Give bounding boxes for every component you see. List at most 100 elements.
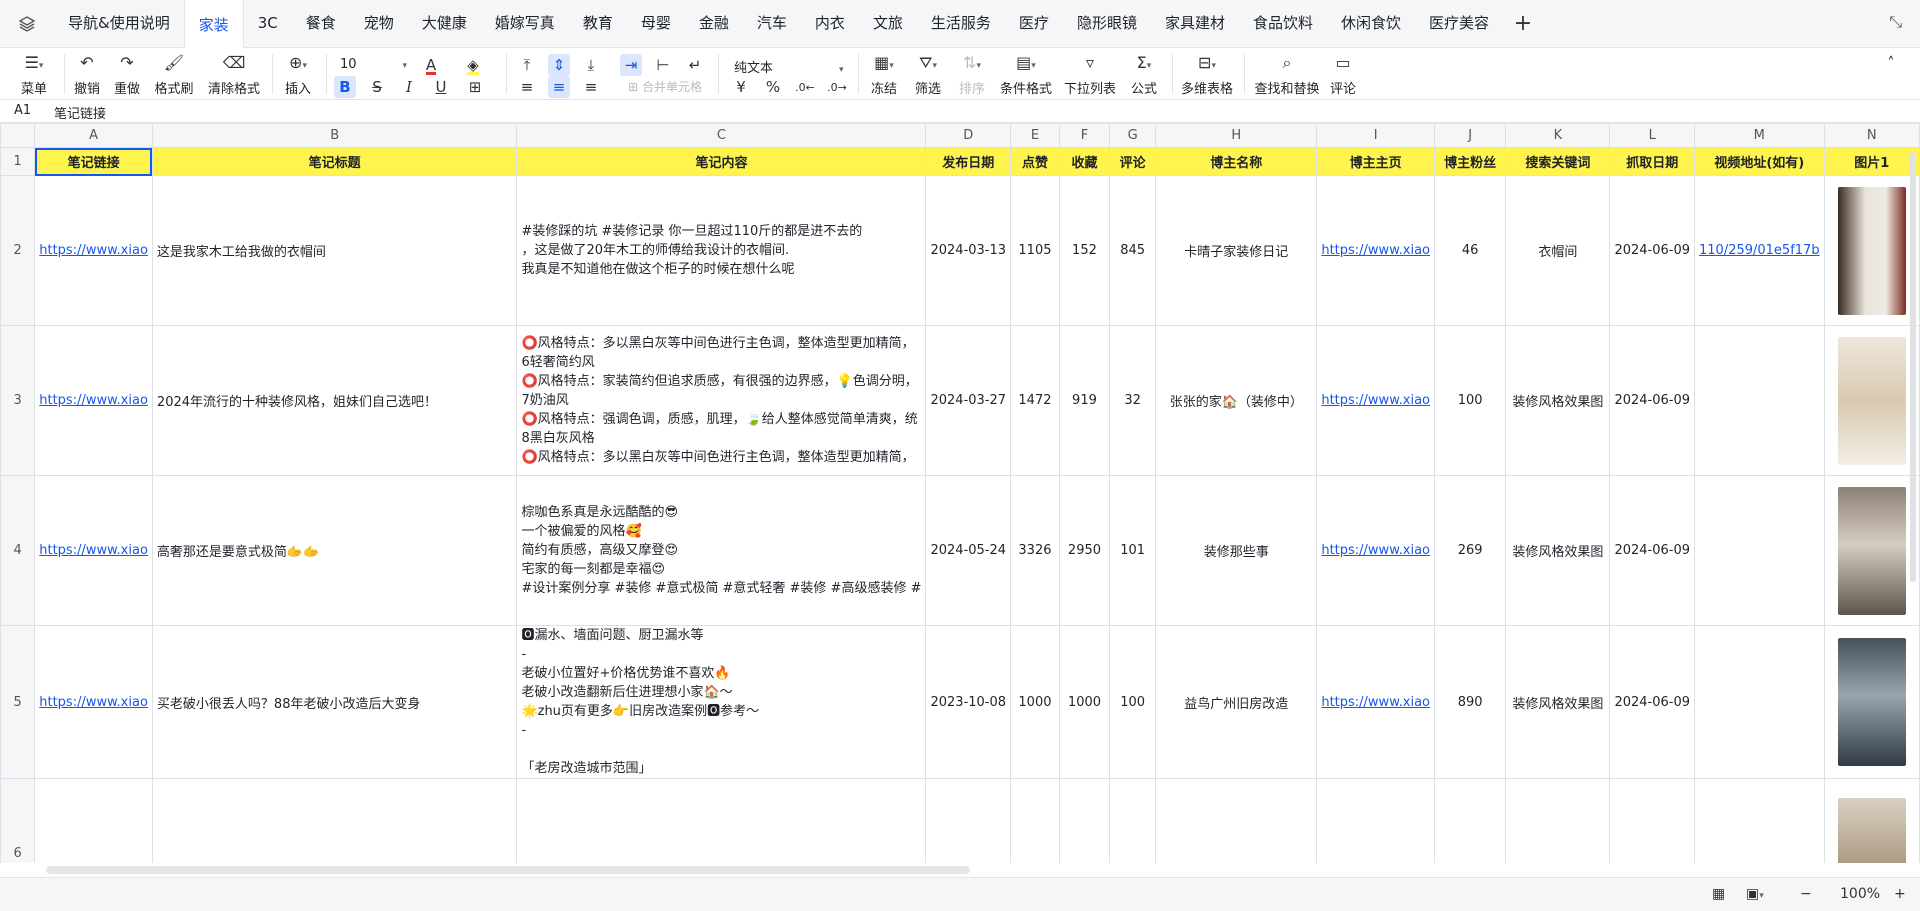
blogger-name-cell[interactable]: 装修那些事 <box>1155 475 1318 626</box>
align-middle-icon[interactable]: ⇕ <box>548 54 570 76</box>
note-title-cell[interactable]: 高奢那还是要意式极简🫱🫱 <box>151 475 518 626</box>
video-url-cell[interactable] <box>1694 475 1825 626</box>
vertical-scrollbar[interactable] <box>1910 152 1916 582</box>
note-title-cell[interactable]: 2024年流行的十种装修风格，姐妹们自己选吧！ <box>151 325 518 476</box>
undo-button[interactable]: ↶ 撤销 <box>72 54 102 98</box>
sheet-tab[interactable]: 隐形眼镜 <box>1063 0 1151 47</box>
publish-date-cell[interactable]: 2024-05-24 <box>925 475 1012 626</box>
sort-button[interactable]: ⇅▾ 排序 <box>954 54 990 98</box>
video-url-cell[interactable]: 110/259/01e5f17b <box>1694 175 1825 326</box>
video-url-cell[interactable] <box>1694 325 1825 476</box>
likes-cell[interactable]: 1472 <box>1010 325 1060 476</box>
comments-cell[interactable]: 845 <box>1109 175 1157 326</box>
sheet-tab[interactable]: 汽车 <box>743 0 801 47</box>
blogger-home-cell[interactable]: https://www.xiao <box>1316 625 1435 779</box>
column-header[interactable]: A <box>34 123 153 148</box>
blogger-name-cell[interactable]: 益鸟广州旧房改造 <box>1155 625 1318 779</box>
sheet-tab[interactable]: 家具建材 <box>1151 0 1239 47</box>
sheet-tab[interactable]: 内衣 <box>801 0 859 47</box>
keyword-cell[interactable]: 装修风格效果图 <box>1505 778 1611 863</box>
format-painter-button[interactable]: 🖌 格式刷 <box>152 54 196 98</box>
favorites-cell[interactable]: 1000 <box>1058 625 1111 779</box>
image-cell[interactable] <box>1823 778 1920 863</box>
sheet-tab[interactable]: 休闲食饮 <box>1327 0 1415 47</box>
header-cell[interactable]: 博主名称 <box>1155 147 1318 176</box>
add-sheet-icon[interactable]: + <box>1503 0 1543 48</box>
conditional-format-button[interactable]: ▤▾ 条件格式 <box>1000 54 1052 98</box>
fans-cell[interactable]: 46 <box>1433 175 1507 326</box>
zoom-in-icon[interactable]: + <box>1894 886 1906 902</box>
row-number[interactable]: 2 <box>0 175 36 326</box>
blogger-home-cell[interactable]: https://www.xiao <box>1316 778 1435 863</box>
keyword-cell[interactable]: 衣帽间 <box>1505 175 1611 326</box>
percent-icon[interactable]: % <box>762 76 784 98</box>
likes-cell[interactable]: 3326 <box>1010 778 1060 863</box>
image-cell[interactable] <box>1823 325 1920 476</box>
header-cell[interactable]: 笔记链接 <box>34 147 153 176</box>
header-cell[interactable]: 收藏 <box>1058 147 1111 176</box>
blogger-home-cell[interactable]: https://www.xiao <box>1316 325 1435 476</box>
sheet-tab[interactable]: 导航&使用说明 <box>54 0 184 47</box>
note-link-cell[interactable]: https://www.xiao <box>34 778 153 863</box>
sheet-tab[interactable]: 医疗 <box>1005 0 1063 47</box>
column-header[interactable]: K <box>1505 123 1611 148</box>
column-header[interactable]: J <box>1433 123 1507 148</box>
video-url-cell[interactable] <box>1694 625 1825 779</box>
header-cell[interactable]: 笔记标题 <box>151 147 518 176</box>
wrap-text-icon[interactable]: ↵ <box>684 54 706 76</box>
keyword-cell[interactable]: 装修风格效果图 <box>1505 325 1611 476</box>
find-replace-button[interactable]: ⌕ 查找和替换 <box>1254 54 1320 98</box>
sheet-tab[interactable]: 金融 <box>685 0 743 47</box>
sheet-tab[interactable]: 生活服务 <box>917 0 1005 47</box>
video-url-cell[interactable] <box>1694 778 1825 863</box>
likes-cell[interactable]: 1000 <box>1010 625 1060 779</box>
decrease-decimal-icon[interactable]: .0← <box>794 76 816 98</box>
column-header[interactable]: L <box>1609 123 1695 148</box>
align-bottom-icon[interactable]: ⤓ <box>580 54 602 76</box>
sheet-tab[interactable]: 婚嫁写真 <box>481 0 569 47</box>
layers-icon[interactable] <box>0 0 54 48</box>
bold-icon[interactable]: B <box>334 76 356 98</box>
align-top-icon[interactable]: ⤒ <box>516 54 538 76</box>
column-header[interactable]: H <box>1155 123 1318 148</box>
column-header[interactable]: G <box>1109 123 1157 148</box>
note-content-cell[interactable]: ⭕风格特点：多以黑白灰等中间色进行主色调，整体造型更加精简， 6轻奢简约风 ⭕风格特… <box>516 325 927 476</box>
header-cell[interactable]: 博主粉丝 <box>1433 147 1507 176</box>
comments-cell[interactable]: 48 <box>1109 778 1157 863</box>
header-cell[interactable]: 图片1 <box>1823 147 1920 176</box>
font-color-icon[interactable]: A <box>420 55 442 77</box>
fans-cell[interactable]: 100 <box>1433 325 1507 476</box>
number-format-select[interactable]: 纯文本 ▾ <box>734 57 844 76</box>
redo-button[interactable]: ↷ 重做 <box>112 54 142 98</box>
thumbnail-image[interactable] <box>1837 638 1906 766</box>
sheet-tab[interactable]: 食品饮料 <box>1239 0 1327 47</box>
column-header[interactable]: B <box>151 123 518 148</box>
sheet-tab[interactable]: 家装 <box>183 0 244 49</box>
clear-format-button[interactable]: ⌫ 清除格式 <box>206 54 262 98</box>
note-content-cell[interactable]: #装修踩的坑 #装修记录 你一旦超过110斤的都是进不去的 ，这是做了20年木工的… <box>516 175 927 326</box>
column-header[interactable]: D <box>925 123 1012 148</box>
multi-table-button[interactable]: ⊟▾ 多维表格 <box>1180 54 1234 98</box>
formula-button[interactable]: Σ▾ 公式 <box>1126 54 1162 98</box>
dropdown-list-button[interactable]: ▿ 下拉列表 <box>1064 54 1116 98</box>
crawl-date-cell[interactable]: 2024-06-09 <box>1609 325 1695 476</box>
column-header[interactable]: F <box>1058 123 1111 148</box>
wrap-overflow-icon[interactable]: ⇥ <box>620 54 642 76</box>
chevron-up-icon[interactable]: ˄ <box>1880 52 1902 74</box>
fans-cell[interactable]: 890 <box>1433 625 1507 779</box>
note-title-cell[interactable]: 买老破小很丢人吗？88年老破小改造后大变身 <box>151 625 518 779</box>
border-icon[interactable]: ⊞ <box>464 76 486 98</box>
sheet-tab[interactable]: 教育 <box>569 0 627 47</box>
thumbnail-image[interactable] <box>1837 186 1906 315</box>
cell-reference[interactable]: A1 <box>14 103 31 118</box>
row-number[interactable]: 3 <box>0 325 36 476</box>
align-left-icon[interactable]: ≡ <box>516 76 538 98</box>
note-title-cell[interactable]: 2024年最受欢迎的八种装修风格 <box>151 778 518 863</box>
freeze-button[interactable]: ▦▾ 冻结 <box>866 54 902 98</box>
underline-icon[interactable]: U <box>430 76 452 98</box>
increase-decimal-icon[interactable]: .0→ <box>826 76 848 98</box>
publish-date-cell[interactable]: 2024-03-27 <box>925 325 1012 476</box>
column-header[interactable]: E <box>1010 123 1060 148</box>
merge-cells-button[interactable]: ⊞ 合并单元格 <box>620 78 710 95</box>
publish-date-cell[interactable]: 2024-03-13 <box>925 175 1012 326</box>
